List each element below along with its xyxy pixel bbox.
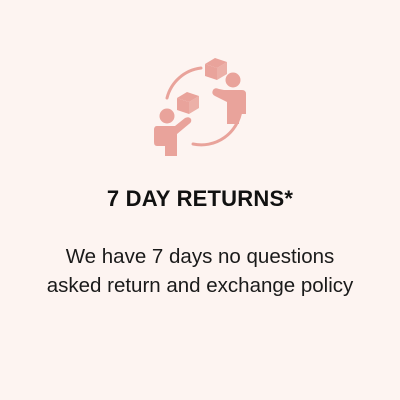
returns-feature-card: 7 DAY RETURNS* We have 7 days no questio… [0, 0, 400, 400]
feature-title: 7 DAY RETURNS* [106, 186, 294, 211]
feature-description: We have 7 days no questions asked return… [46, 245, 354, 297]
exchange-returns-icon [145, 52, 255, 162]
